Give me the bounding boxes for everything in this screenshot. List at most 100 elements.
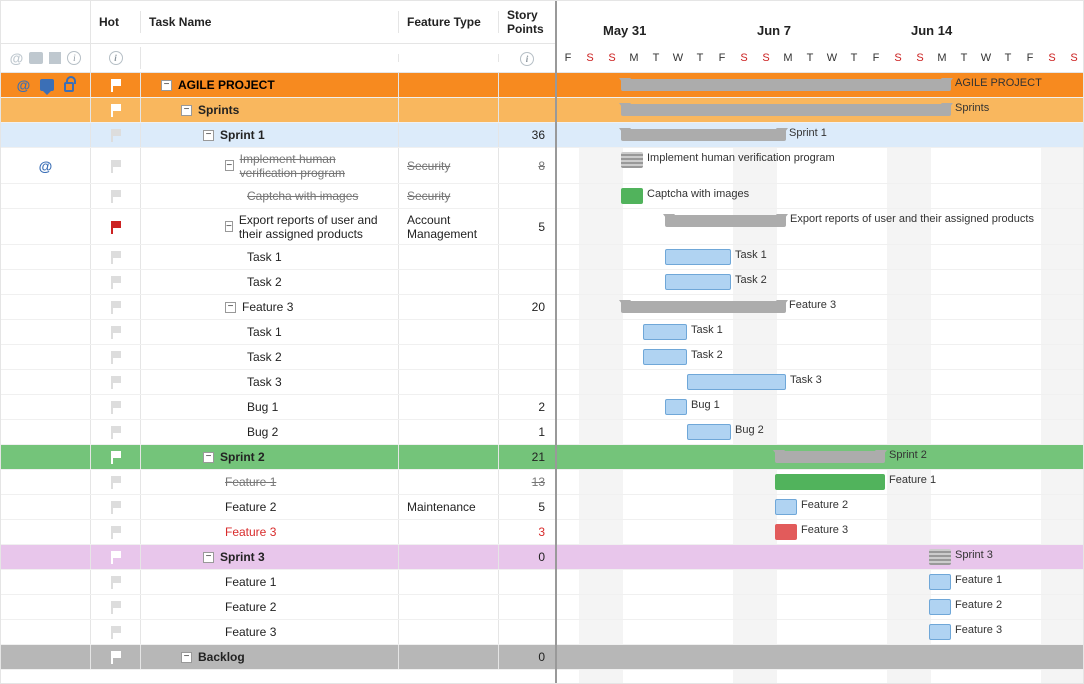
gantt-row[interactable]: Sprint 2	[557, 445, 1083, 470]
hot-cell[interactable]	[91, 445, 141, 469]
task-name-cell[interactable]: Export reports of user and their assigne…	[141, 209, 399, 244]
flag-icon[interactable]	[109, 650, 123, 664]
task-name-cell[interactable]: Task 1	[141, 320, 399, 344]
gantt-row[interactable]: Feature 2	[557, 595, 1083, 620]
gantt-row[interactable]: AGILE PROJECT	[557, 73, 1083, 98]
feature-type-cell[interactable]	[399, 470, 499, 494]
feature-type-cell[interactable]	[399, 370, 499, 394]
toggle-button[interactable]	[181, 105, 192, 116]
flag-icon[interactable]	[109, 300, 123, 314]
hot-cell[interactable]	[91, 645, 141, 669]
feature-type-cell[interactable]	[399, 295, 499, 319]
flag-icon[interactable]	[109, 128, 123, 142]
gantt-bar[interactable]	[621, 152, 643, 168]
table-row[interactable]: Feature 2	[1, 595, 555, 620]
col-feature-type[interactable]: Feature Type	[399, 11, 499, 33]
gantt-row[interactable]: Sprint 3	[557, 545, 1083, 570]
feature-type-cell[interactable]	[399, 320, 499, 344]
gantt-bar[interactable]	[929, 574, 951, 590]
table-row[interactable]: Backlog 0	[1, 645, 555, 670]
flag-icon[interactable]	[109, 500, 123, 514]
task-name-cell[interactable]: Sprint 2	[141, 445, 399, 469]
table-row[interactable]: Feature 1	[1, 570, 555, 595]
table-row[interactable]: Sprint 136	[1, 123, 555, 148]
gantt-bar[interactable]	[929, 624, 951, 640]
comment-icon[interactable]	[40, 79, 54, 91]
flag-icon[interactable]	[109, 400, 123, 414]
story-points-cell[interactable]	[499, 270, 555, 294]
task-name-cell[interactable]: Sprints	[141, 98, 399, 122]
gantt-body[interactable]: AGILE PROJECTSprintsSprint 1Implement hu…	[557, 73, 1083, 683]
story-points-cell[interactable]: 21	[499, 445, 555, 469]
hot-cell[interactable]	[91, 620, 141, 644]
hot-cell[interactable]	[91, 73, 141, 97]
hot-cell[interactable]	[91, 209, 141, 244]
story-points-cell[interactable]	[499, 98, 555, 122]
flag-icon[interactable]	[109, 103, 123, 117]
col-story-points[interactable]: Story Points	[499, 4, 555, 40]
gantt-bar[interactable]	[929, 549, 951, 565]
table-row[interactable]: Sprints	[1, 98, 555, 123]
story-points-cell[interactable]: 3	[499, 520, 555, 544]
story-points-cell[interactable]	[499, 620, 555, 644]
flag-icon[interactable]	[109, 375, 123, 389]
flag-icon[interactable]	[109, 525, 123, 539]
toggle-button[interactable]	[203, 130, 214, 141]
table-row[interactable]: Captcha with imagesSecurity	[1, 184, 555, 209]
hot-cell[interactable]	[91, 245, 141, 269]
feature-type-cell[interactable]: Security	[399, 148, 499, 183]
toggle-button[interactable]	[203, 452, 214, 463]
gantt-row[interactable]: Task 2	[557, 345, 1083, 370]
feature-type-cell[interactable]: Security	[399, 184, 499, 208]
story-points-cell[interactable]	[499, 345, 555, 369]
story-points-cell[interactable]: 5	[499, 209, 555, 244]
col-task-name[interactable]: Task Name	[141, 11, 399, 33]
gantt-row[interactable]: Bug 1	[557, 395, 1083, 420]
feature-type-cell[interactable]	[399, 245, 499, 269]
gantt-bar[interactable]	[665, 274, 731, 290]
gantt-bar[interactable]	[621, 188, 643, 204]
feature-type-cell[interactable]	[399, 270, 499, 294]
flag-icon[interactable]	[109, 550, 123, 564]
story-points-cell[interactable]: 20	[499, 295, 555, 319]
task-name-cell[interactable]: Feature 2	[141, 495, 399, 519]
task-name-cell[interactable]: Feature 3	[141, 295, 399, 319]
gantt-bar[interactable]	[775, 524, 797, 540]
feature-type-cell[interactable]: Account Management	[399, 209, 499, 244]
hot-cell[interactable]	[91, 395, 141, 419]
toggle-button[interactable]	[181, 652, 192, 663]
task-name-cell[interactable]: Captcha with images	[141, 184, 399, 208]
story-points-cell[interactable]	[499, 370, 555, 394]
flag-icon[interactable]	[109, 450, 123, 464]
feature-type-cell[interactable]	[399, 545, 499, 569]
hot-cell[interactable]	[91, 320, 141, 344]
task-name-cell[interactable]: Bug 2	[141, 420, 399, 444]
table-row[interactable]: @Implement human verification programSec…	[1, 148, 555, 184]
gantt-bar[interactable]	[665, 249, 731, 265]
story-points-cell[interactable]: 36	[499, 123, 555, 147]
gantt-bar[interactable]	[929, 599, 951, 615]
feature-type-cell[interactable]	[399, 645, 499, 669]
story-points-cell[interactable]: 0	[499, 645, 555, 669]
task-name-cell[interactable]: Implement human verification program	[141, 148, 399, 183]
hot-cell[interactable]	[91, 270, 141, 294]
task-name-cell[interactable]: Task 2	[141, 270, 399, 294]
hot-cell[interactable]	[91, 545, 141, 569]
gantt-row[interactable]: Feature 1	[557, 470, 1083, 495]
task-name-cell[interactable]: Backlog	[141, 645, 399, 669]
gantt-row[interactable]: Sprint 1	[557, 123, 1083, 148]
flag-icon[interactable]	[109, 189, 123, 203]
gantt-row[interactable]: Task 1	[557, 320, 1083, 345]
hot-cell[interactable]	[91, 420, 141, 444]
table-row[interactable]: Task 2	[1, 345, 555, 370]
story-points-cell[interactable]: 13	[499, 470, 555, 494]
flag-icon[interactable]	[109, 250, 123, 264]
feature-type-cell[interactable]	[399, 123, 499, 147]
story-points-cell[interactable]	[499, 570, 555, 594]
gantt-bar[interactable]	[665, 215, 786, 227]
gantt-row[interactable]	[557, 645, 1083, 670]
hot-cell[interactable]	[91, 370, 141, 394]
toggle-button[interactable]	[225, 160, 234, 171]
flag-icon[interactable]	[109, 325, 123, 339]
gantt-row[interactable]: Bug 2	[557, 420, 1083, 445]
